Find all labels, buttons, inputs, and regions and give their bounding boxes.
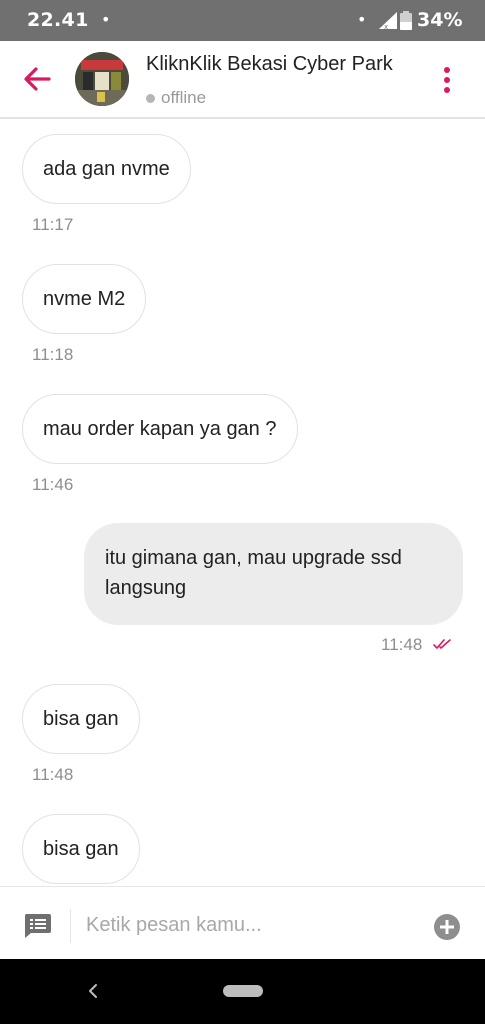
message-time: 11:48 bbox=[381, 635, 423, 654]
nav-home-pill[interactable] bbox=[223, 985, 263, 997]
message-time: 11:46 bbox=[32, 475, 74, 494]
message-text-line: langsung bbox=[105, 577, 187, 599]
message-input[interactable] bbox=[86, 907, 406, 943]
message-text: bisa gan bbox=[43, 707, 119, 730]
notification-dot-icon: • bbox=[357, 10, 367, 29]
chat-header: KliknKlik Bekasi Cyber Park offline bbox=[0, 41, 485, 119]
signal-icon: x bbox=[379, 12, 397, 29]
status-bar: 22.41 • • x 34% bbox=[0, 0, 485, 41]
incoming-message-bubble[interactable]: mau order kapan ya gan ? bbox=[22, 394, 298, 464]
incoming-message-bubble[interactable]: nvme M2 bbox=[22, 264, 147, 334]
more-vert-icon[interactable] bbox=[436, 65, 458, 95]
message-text: nvme M2 bbox=[43, 287, 126, 310]
shop-avatar[interactable] bbox=[75, 52, 129, 106]
incoming-message-bubble[interactable]: bisa gan bbox=[22, 684, 140, 754]
presence-dot-icon bbox=[146, 93, 155, 103]
message-input-bar bbox=[0, 886, 485, 960]
notification-dot-icon: • bbox=[101, 10, 111, 29]
battery-icon bbox=[400, 11, 412, 30]
system-navigation-bar bbox=[0, 959, 485, 1024]
svg-text:x: x bbox=[384, 23, 388, 29]
message-text-line: itu gimana gan, mau upgrade ssd bbox=[105, 547, 402, 569]
presence-status: offline bbox=[146, 88, 206, 108]
add-circle-icon[interactable] bbox=[433, 913, 461, 941]
template-message-icon[interactable] bbox=[23, 913, 52, 939]
message-list[interactable]: ada gan nvme 11:17 nvme M2 11:18 mau ord… bbox=[0, 119, 485, 886]
message-text: ada gan nvme bbox=[43, 157, 170, 180]
outgoing-message-bubble[interactable]: itu gimana gan, mau upgrade ssd langsung bbox=[84, 523, 463, 625]
message-text: bisa gan bbox=[43, 837, 119, 860]
message-text: mau order kapan ya gan ? bbox=[43, 417, 277, 440]
double-check-icon bbox=[433, 639, 451, 649]
battery-percent: 34% bbox=[417, 9, 463, 31]
back-arrow-icon[interactable] bbox=[22, 65, 52, 93]
status-time: 22.41 bbox=[27, 9, 89, 31]
nav-back-icon[interactable] bbox=[86, 981, 100, 1001]
input-divider bbox=[70, 909, 71, 943]
shop-name: KliknKlik Bekasi Cyber Park bbox=[146, 53, 393, 75]
incoming-message-bubble[interactable]: ada gan nvme bbox=[22, 134, 191, 204]
incoming-message-bubble[interactable]: bisa gan bbox=[22, 814, 140, 884]
message-time: 11:18 bbox=[32, 345, 74, 364]
message-time: 11:17 bbox=[32, 215, 74, 234]
message-time: 11:48 bbox=[32, 765, 74, 784]
presence-label: offline bbox=[161, 88, 207, 107]
